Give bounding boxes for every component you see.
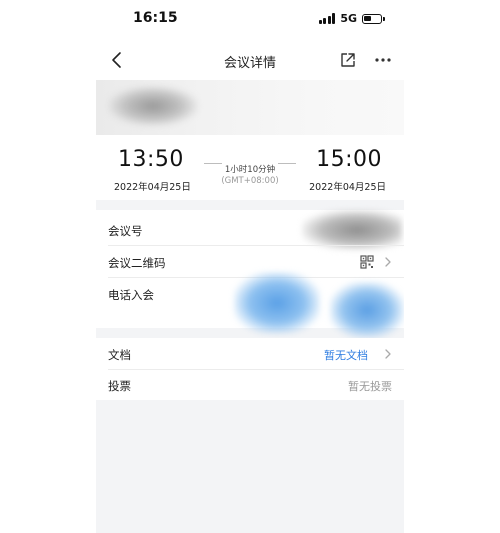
share-icon[interactable]	[340, 52, 356, 68]
signal-icon	[318, 13, 336, 24]
end-time: 15:00	[316, 147, 382, 172]
qrcode-icon	[360, 255, 374, 269]
meeting-id-row[interactable]: 会议号	[96, 214, 404, 246]
network-type: 5G	[340, 12, 357, 25]
redacted-phone-number	[330, 282, 404, 338]
chevron-right-icon	[385, 257, 391, 267]
start-time: 13:50	[118, 147, 184, 172]
duration-block: 1小时10分钟	[204, 157, 296, 176]
battery-icon	[362, 13, 385, 24]
nav-bar: 会议详情	[96, 40, 404, 80]
documents-section: 文档 暂无文档 投票 暂无投票	[96, 338, 404, 400]
redacted-meeting-title	[108, 86, 198, 126]
redacted-phone-number	[234, 272, 320, 334]
documents-value: 暂无文档	[324, 349, 368, 362]
empty-area	[96, 400, 404, 533]
time-card: 13:50 2022年04月25日 1小时10分钟 (GMT+08:00) 15…	[96, 135, 404, 200]
documents-row[interactable]: 文档 暂无文档	[96, 338, 404, 370]
dial-in-label: 电话入会	[108, 288, 154, 302]
more-icon[interactable]	[374, 52, 392, 68]
end-date: 2022年04月25日	[309, 182, 386, 193]
page-title: 会议详情	[223, 56, 276, 71]
vote-label: 投票	[108, 379, 131, 393]
status-indicators: 5G	[318, 12, 385, 25]
meeting-banner	[96, 80, 404, 135]
status-bar: 16:15 5G	[96, 0, 404, 40]
meeting-id-label: 会议号	[108, 224, 143, 238]
start-date: 2022年04月25日	[114, 182, 191, 193]
app-screen: 16:15 5G 会议详情 13:50 2022年04月25日 1小时10分钟	[96, 0, 404, 533]
timezone: (GMT+08:00)	[221, 176, 279, 186]
meeting-info-section: 会议号 会议二维码 电话入会	[96, 210, 404, 338]
status-time: 16:15	[133, 10, 178, 26]
vote-row[interactable]: 投票 暂无投票	[96, 369, 404, 401]
meeting-qrcode-label: 会议二维码	[108, 256, 166, 270]
vote-value: 暂无投票	[348, 380, 392, 393]
chevron-right-icon	[385, 349, 391, 359]
documents-label: 文档	[108, 348, 131, 362]
duration: 1小时10分钟	[221, 163, 279, 175]
